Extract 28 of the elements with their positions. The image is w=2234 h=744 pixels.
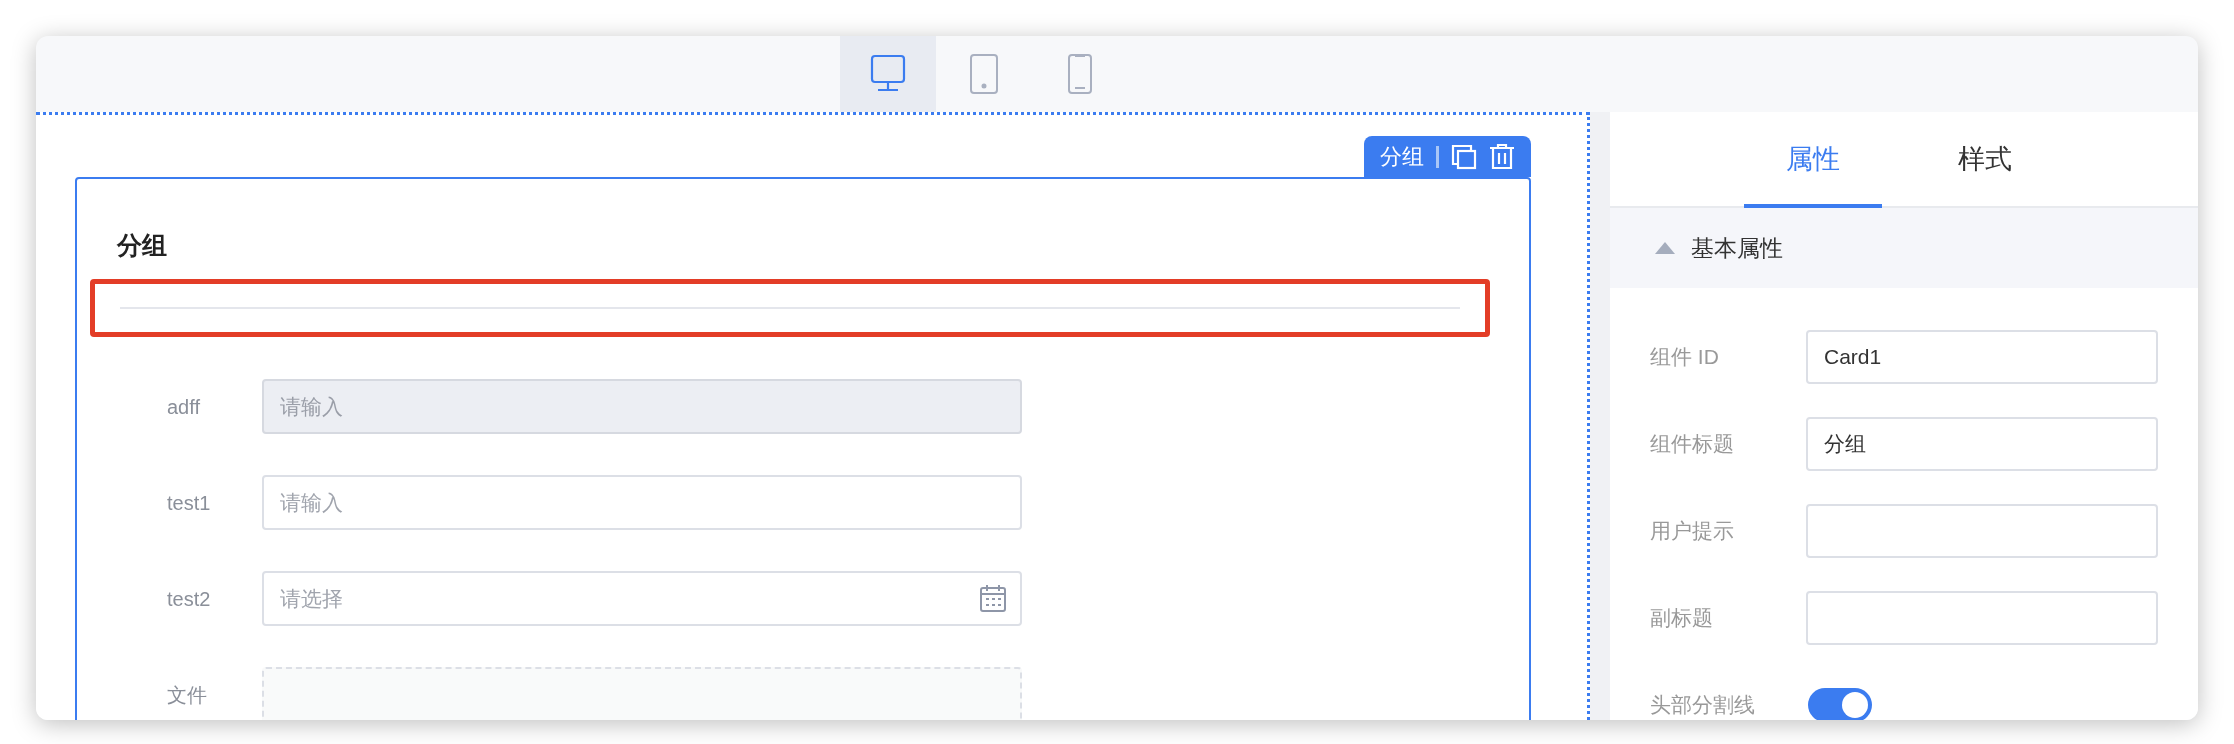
date-field[interactable]: 请选择	[262, 571, 1022, 626]
property-label: 头部分割线	[1650, 692, 1756, 719]
section-header[interactable]: 基本属性	[1610, 208, 2198, 288]
toolbar-label: 分组	[1380, 143, 1424, 171]
property-label: 副标题	[1650, 605, 1714, 632]
desktop-icon	[870, 54, 906, 94]
trash-icon[interactable]	[1489, 142, 1515, 171]
property-field[interactable]: Card1	[1806, 330, 2158, 384]
toggle-switch[interactable]	[1808, 688, 1872, 720]
property-label: 组件标题	[1650, 431, 1735, 458]
property-field[interactable]: 分组	[1806, 417, 2158, 471]
calendar-icon	[980, 584, 1006, 612]
property-label: 组件 ID	[1650, 344, 1720, 371]
field-label: test2	[166, 586, 212, 612]
property-field[interactable]	[1806, 591, 2158, 645]
input-field[interactable]: 请输入	[262, 475, 1022, 530]
field-label: test1	[166, 490, 212, 516]
copy-icon[interactable]	[1451, 143, 1477, 170]
field-label: 文件	[166, 682, 208, 708]
device-tab[interactable]	[840, 36, 936, 112]
collapse-icon	[1655, 242, 1675, 254]
field-label: adff	[166, 394, 201, 420]
property-label: 用户提示	[1650, 518, 1735, 545]
tablet-icon	[969, 53, 999, 95]
card-title: 分组	[116, 230, 168, 261]
panel-tab[interactable]: 样式	[1916, 114, 2054, 208]
property-field[interactable]	[1806, 504, 2158, 558]
phone-icon	[1067, 53, 1093, 95]
